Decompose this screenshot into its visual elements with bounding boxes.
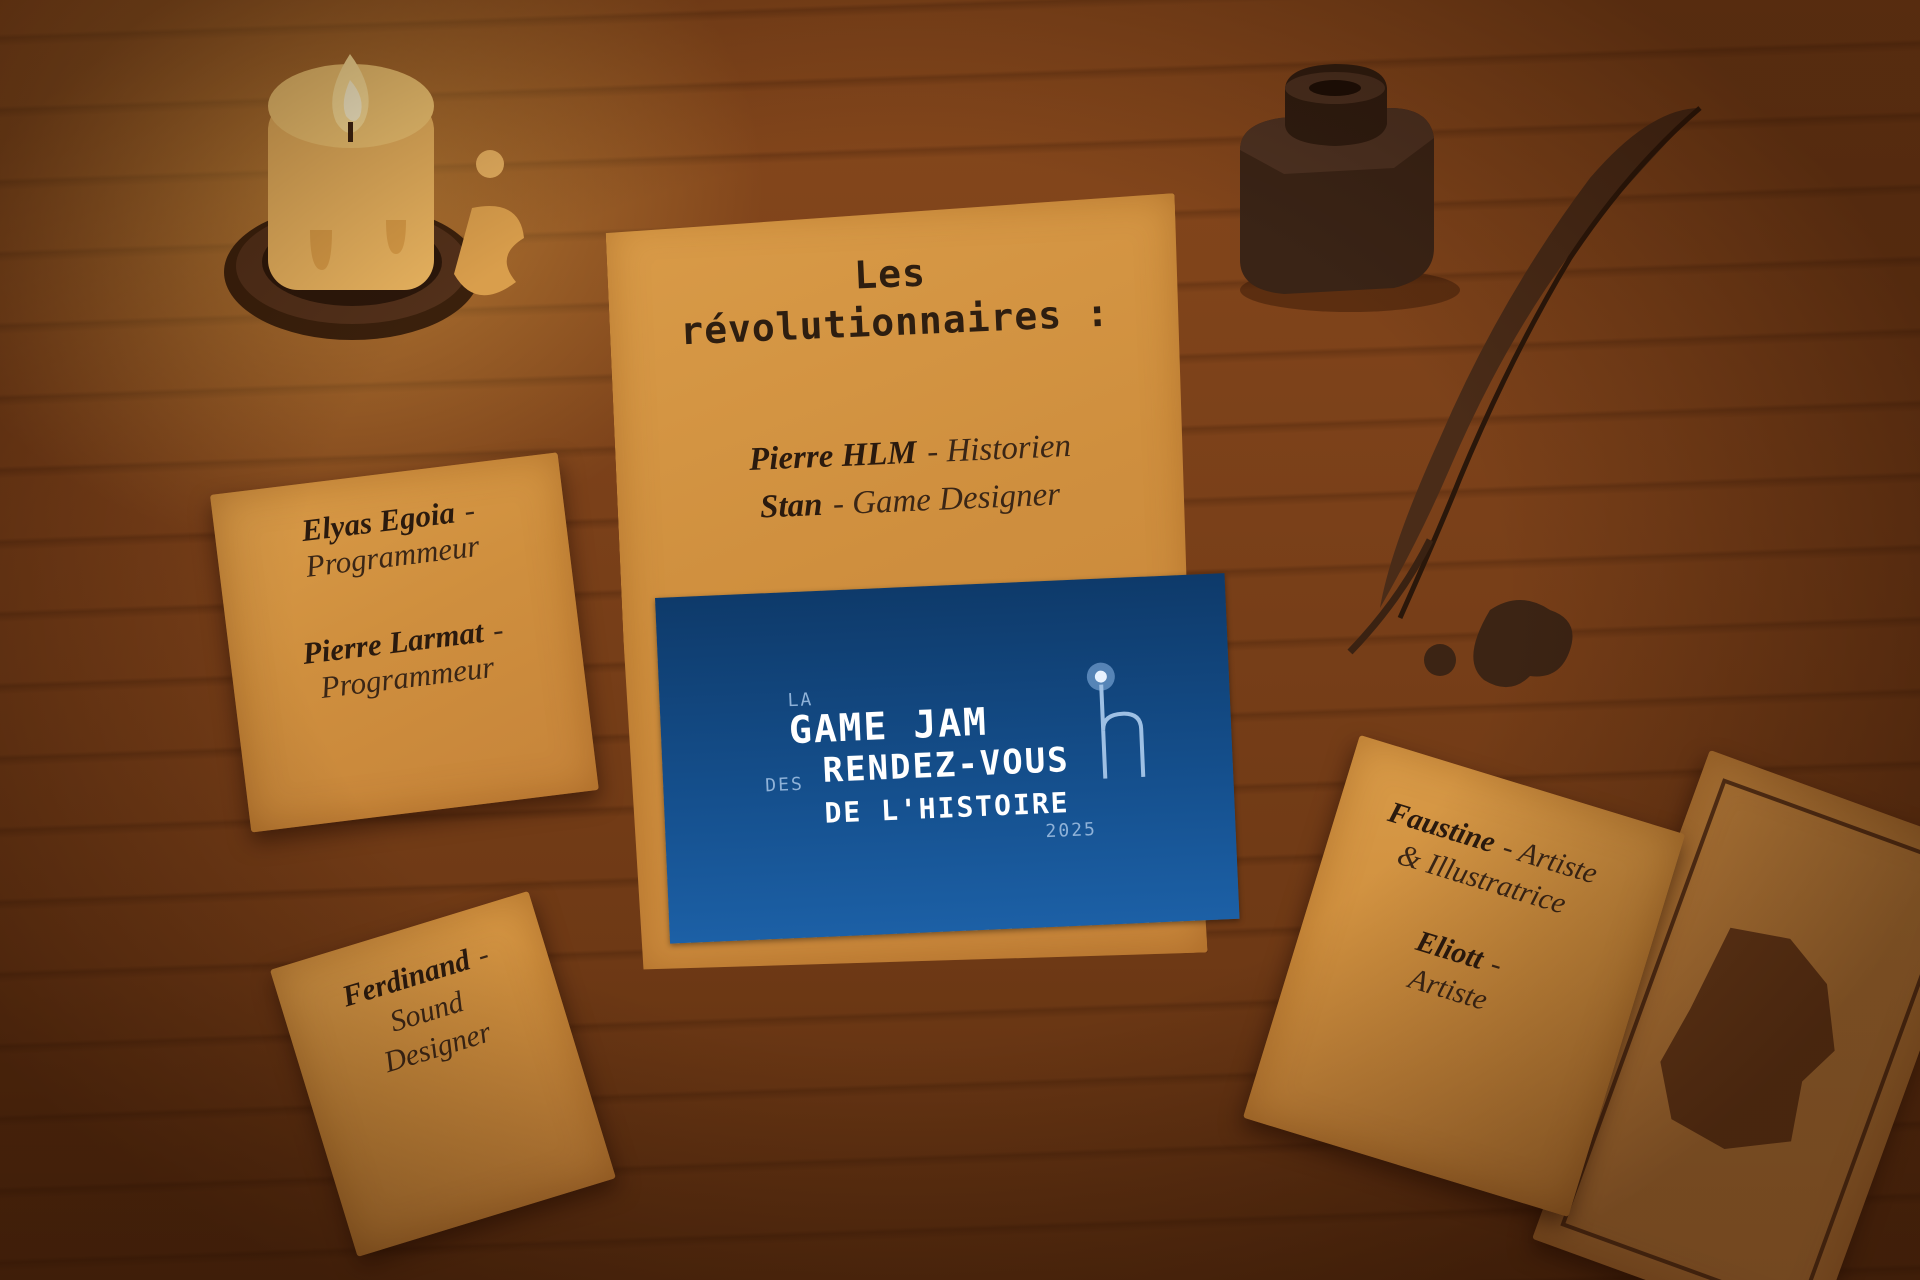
game-scene: Les révolutionnaires : Pierre HLM - Hist… (0, 0, 1920, 1280)
ink-stain (1420, 590, 1590, 700)
member-dash: - (1486, 947, 1507, 982)
banner-histoire: DE L'HISTOIRE (823, 786, 1071, 830)
member-dash: - (490, 611, 506, 648)
historia-logo-icon (1078, 656, 1164, 789)
game-jam-banner: LA GAME JAM DES RENDEZ-VOUS DE L'HISTOIR… (655, 573, 1240, 944)
banner-des: DES (764, 773, 805, 797)
member-dash: - (473, 937, 493, 973)
note-programmers-text: Elyas Egoia - Programmeur Pierre Larmat … (220, 465, 573, 716)
banner-year: 2025 (1045, 818, 1098, 843)
quill-icon (1330, 100, 1710, 660)
member-name: Stan (759, 486, 824, 526)
member-role: - Historien (926, 427, 1072, 471)
candle-icon (200, 40, 540, 370)
member-name: Pierre HLM (748, 434, 918, 479)
member-dash: - (462, 492, 477, 529)
